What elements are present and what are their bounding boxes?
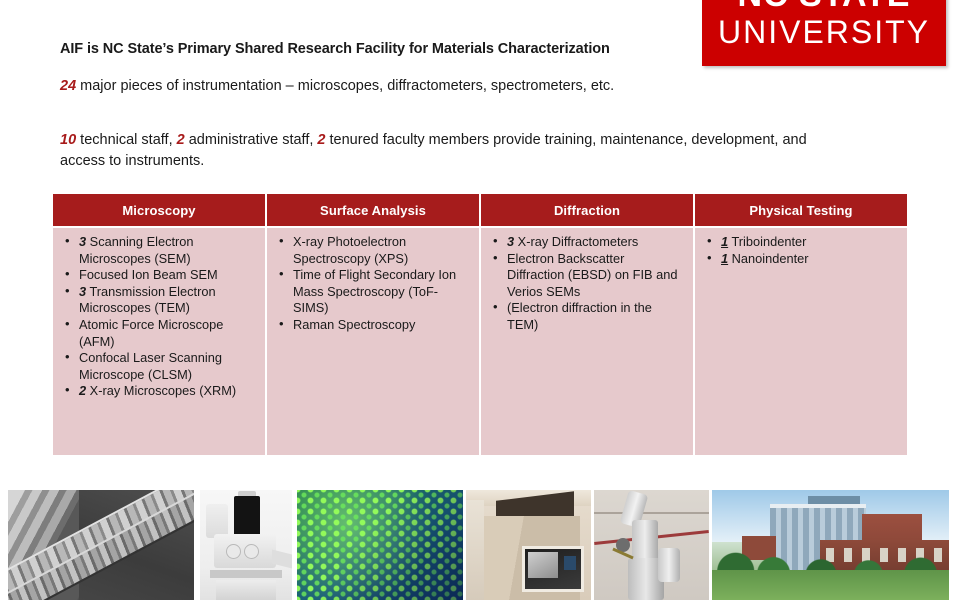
photo-sem-instrument xyxy=(200,490,292,600)
photo-sem-micrograph xyxy=(8,490,194,600)
table-cell-diffraction: 3 X-ray DiffractometersElectron Backscat… xyxy=(481,226,695,455)
list-item: Time of Flight Secondary Ion Mass Spectr… xyxy=(277,266,471,317)
list-item: X-ray Photoelectron Spectroscopy (XPS) xyxy=(277,233,471,267)
sem-port-left xyxy=(226,544,241,559)
sem-left-module xyxy=(206,504,228,538)
list-item: Focused Ion Beam SEM xyxy=(63,266,257,284)
item-label: Triboindenter xyxy=(728,234,807,249)
table-header-physical-testing: Physical Testing xyxy=(695,194,907,226)
enclosure-left-wall xyxy=(466,500,484,600)
photo-instrument-enclosure xyxy=(466,490,591,600)
table-header-row: Microscopy Surface Analysis Diffraction … xyxy=(53,194,907,226)
microscopy-list: 3 Scanning Electron Microscopes (SEM)Foc… xyxy=(63,233,257,400)
photo-campus-building xyxy=(712,490,949,600)
campus-lawn xyxy=(712,570,949,600)
photo-atomic-lattice xyxy=(297,490,463,600)
list-item: 1 Nanoindenter xyxy=(705,250,899,268)
item-label: X-ray Microscopes (XRM) xyxy=(86,383,237,399)
list-item: (Electron diffraction in the TEM) xyxy=(491,299,685,333)
instrumentation-summary: 24 major pieces of instrumentation – mic… xyxy=(60,76,760,96)
tem-room-ceiling-line xyxy=(594,512,709,514)
item-label: (Electron diffraction in the TEM) xyxy=(507,300,652,332)
item-label: Focused Ion Beam SEM xyxy=(79,267,218,283)
admin-staff-count: 2 xyxy=(176,132,185,148)
list-item: Atomic Force Microscope (AFM) xyxy=(63,316,257,350)
atomic-lattice-gradient xyxy=(297,490,463,600)
sem-base xyxy=(216,580,276,600)
list-item: Confocal Laser Scanning Microscope (CLSM… xyxy=(63,349,257,383)
list-item: Raman Spectroscopy xyxy=(277,316,471,334)
tem-detector-pod xyxy=(658,548,680,582)
technical-staff-label: technical staff, xyxy=(76,132,177,148)
item-label: X-ray Photoelectron Spectroscopy (XPS) xyxy=(293,234,409,266)
list-item: 3 Transmission Electron Microscopes (TEM… xyxy=(63,283,257,317)
table-header-surface-analysis: Surface Analysis xyxy=(267,194,481,226)
table-header-diffraction: Diffraction xyxy=(481,194,695,226)
list-item: 3 X-ray Diffractometers xyxy=(491,233,685,251)
instrument-summary-text: major pieces of instrumentation – micros… xyxy=(76,78,615,94)
table-cell-microscopy: 3 Scanning Electron Microscopes (SEM)Foc… xyxy=(53,226,267,455)
table-cell-physical-testing: 1 Triboindenter1 Nanoindenter xyxy=(695,226,907,455)
item-label: Electron Backscatter Diffraction (EBSD) … xyxy=(507,250,678,299)
item-label: X-ray Diffractometers xyxy=(514,234,639,249)
physical-testing-list: 1 Triboindenter1 Nanoindenter xyxy=(705,233,899,268)
photo-strip xyxy=(0,490,960,600)
page-title: AIF is NC State’s Primary Shared Researc… xyxy=(60,41,610,57)
admin-staff-label: administrative staff, xyxy=(184,132,318,148)
sem-column xyxy=(234,496,260,536)
item-label: Atomic Force Microscope (AFM) xyxy=(79,316,224,349)
list-item: Electron Backscatter Diffraction (EBSD) … xyxy=(491,250,685,301)
surface-analysis-list: X-ray Photoelectron Spectroscopy (XPS)Ti… xyxy=(277,233,471,334)
capability-table: Microscopy Surface Analysis Diffraction … xyxy=(53,194,907,455)
item-label: Confocal Laser Scanning Microscope (CLSM… xyxy=(79,350,222,382)
diffraction-list: 3 X-ray DiffractometersElectron Backscat… xyxy=(491,233,685,334)
logo-line-university: UNIVERSITY xyxy=(717,14,931,50)
nc-state-logo: NC STATE UNIVERSITY xyxy=(702,0,946,66)
technical-staff-count: 10 xyxy=(60,132,77,148)
list-item: 1 Triboindenter xyxy=(705,233,899,251)
item-label: Nanoindenter xyxy=(728,250,809,266)
logo-line-nc-state: NC STATE xyxy=(702,0,946,14)
instrument-count: 24 xyxy=(60,78,77,94)
sem-port-right xyxy=(244,544,259,559)
staff-summary: 10 technical staff, 2 administrative sta… xyxy=(60,130,820,172)
sem-stage xyxy=(210,570,282,578)
table-cell-surface-analysis: X-ray Photoelectron Spectroscopy (XPS)Ti… xyxy=(267,226,481,455)
enclosure-control-panel xyxy=(564,556,576,570)
item-label: Time of Flight Secondary Ion Mass Spectr… xyxy=(293,267,457,316)
item-label: Raman Spectroscopy xyxy=(293,316,416,332)
table-body-row: 3 Scanning Electron Microscopes (SEM)Foc… xyxy=(53,226,907,455)
photo-tem-column xyxy=(594,490,709,600)
list-item: 3 Scanning Electron Microscopes (SEM) xyxy=(63,233,257,267)
list-item: 2 X-ray Microscopes (XRM) xyxy=(63,382,257,400)
table-header-microscopy: Microscopy xyxy=(53,194,267,226)
item-label: Transmission Electron Microscopes (TEM) xyxy=(79,283,216,316)
item-label: Scanning Electron Microscopes (SEM) xyxy=(79,234,194,266)
enclosure-window-glass xyxy=(528,552,558,578)
